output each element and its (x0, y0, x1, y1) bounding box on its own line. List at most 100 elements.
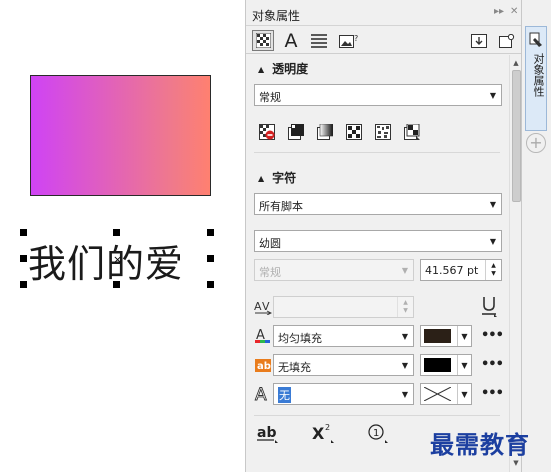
uniform-transparency-icon[interactable] (285, 121, 307, 143)
chevron-down-icon: ▼ (457, 326, 471, 346)
character-section-header[interactable]: ▲ 字符 (258, 169, 296, 186)
superscript-icon[interactable]: X2 (312, 422, 336, 447)
background-fill-select[interactable]: 无填充 ▼ (273, 354, 414, 376)
svg-text:A: A (254, 300, 262, 313)
selection-handle-top-left[interactable] (20, 229, 27, 236)
scrollbar-thumb[interactable] (512, 70, 521, 202)
fill-type-select[interactable]: 均匀填充 ▼ (273, 325, 414, 347)
chevron-down-icon: ▼ (457, 384, 471, 404)
collapse-triangle-icon: ▲ (258, 65, 265, 74)
svg-text:X: X (312, 424, 325, 443)
fill-color-picker[interactable]: ▼ (420, 325, 472, 347)
font-size-value: 41.567 pt (425, 264, 479, 277)
panel-toolbar: A ? (246, 27, 522, 54)
collapse-triangle-icon: ▲ (258, 174, 265, 183)
spinner-arrows-icon: ▲ ▼ (397, 297, 413, 317)
chevron-down-icon: ▼ (401, 360, 409, 370)
chevron-down-icon: ▼ (489, 236, 497, 246)
transparency-mode-value: 常规 (259, 91, 281, 104)
no-color-swatch (423, 386, 452, 402)
circled-number-icon[interactable]: 1 (367, 422, 391, 447)
outline-color-picker[interactable]: ▼ (420, 383, 472, 405)
font-style-select[interactable]: 常规 ▼ (254, 259, 414, 281)
drawing-canvas[interactable]: 我们的爱 × (0, 0, 245, 472)
import-properties-icon[interactable] (468, 30, 490, 51)
fill-more-options-icon[interactable]: ••• (481, 328, 504, 343)
chevron-down-icon: ▼ (457, 355, 471, 375)
chevron-down-icon: ▼ (489, 90, 497, 100)
selection-handle-middle-right[interactable] (207, 255, 214, 262)
object-properties-panel: 对象属性 ▸▸ ✕ A ? ▲ 透明度 常规 ▼ ▲ 字符 所有脚本 ▼ 幼圆 … (245, 0, 522, 472)
svg-text:?: ? (354, 34, 358, 43)
docker-tab-strip: 对象属性 + (521, 0, 551, 472)
close-panel-icon[interactable]: ✕ (510, 6, 518, 17)
text-fill-icon: A (252, 325, 274, 347)
background-fill-icon: ab (252, 354, 274, 376)
position-options-icon[interactable]: ab (257, 422, 279, 447)
underline-icon[interactable] (480, 295, 500, 317)
selection-handle-bottom-center[interactable] (113, 281, 120, 288)
selection-handle-bottom-left[interactable] (20, 281, 27, 288)
svg-text:V: V (262, 300, 270, 313)
frame-tab-icon[interactable]: ? (338, 30, 360, 51)
outline-more-options-icon[interactable]: ••• (481, 386, 504, 401)
background-more-options-icon[interactable]: ••• (481, 357, 504, 372)
outline-width-value: 无 (278, 387, 291, 403)
vector-pattern-icon[interactable] (343, 121, 365, 143)
transparency-type-buttons (256, 121, 423, 143)
paragraph-tab-icon[interactable] (308, 30, 330, 51)
section-divider (254, 415, 500, 416)
kerning-icon: AV (252, 296, 274, 318)
chevron-down-icon: ▼ (401, 389, 409, 399)
panel-content: ▲ 透明度 常规 ▼ ▲ 字符 所有脚本 ▼ 幼圆 ▼ 常规 ▼ 41.567 … (246, 55, 508, 472)
transparency-heading: 透明度 (272, 62, 309, 76)
selected-artistic-text[interactable]: 我们的爱 (28, 233, 184, 288)
bitmap-pattern-icon[interactable] (372, 121, 394, 143)
text-outline-icon: A (252, 383, 274, 405)
selection-handle-top-right[interactable] (207, 229, 214, 236)
svg-text:ab: ab (257, 361, 271, 372)
svg-text:2: 2 (325, 423, 330, 432)
section-divider (254, 152, 500, 153)
watermark-logo: 最需教育 (430, 430, 530, 459)
background-color-swatch (424, 358, 451, 372)
kerning-spinbox[interactable]: ▲ ▼ (273, 296, 414, 318)
selection-handle-middle-left[interactable] (20, 255, 27, 262)
background-color-picker[interactable]: ▼ (420, 354, 472, 376)
font-value: 幼圆 (259, 237, 281, 250)
fill-tab-icon[interactable] (252, 30, 274, 51)
outline-width-select[interactable]: 无 ▼ (273, 383, 414, 405)
new-window-icon[interactable] (496, 30, 518, 51)
fountain-transparency-icon[interactable] (314, 121, 336, 143)
script-select[interactable]: 所有脚本 ▼ (254, 193, 502, 215)
selection-handle-top-center[interactable] (113, 229, 120, 236)
panel-title: 对象属性 (252, 9, 301, 23)
add-docker-icon[interactable]: + (526, 133, 546, 153)
object-properties-side-tab[interactable]: 对象属性 (525, 26, 547, 131)
svg-text:1: 1 (373, 428, 379, 439)
collapse-panel-icon[interactable]: ▸▸ (494, 6, 504, 17)
font-style-value: 常规 (259, 266, 281, 279)
fill-color-swatch (424, 329, 451, 343)
transparency-section-header[interactable]: ▲ 透明度 (258, 60, 308, 77)
selection-center-marker: × (113, 253, 123, 266)
two-color-pattern-icon[interactable] (401, 121, 423, 143)
transparency-mode-select[interactable]: 常规 ▼ (254, 84, 502, 106)
font-list-select[interactable]: 幼圆 ▼ (254, 230, 502, 252)
background-fill-value: 无填充 (278, 361, 311, 374)
svg-text:ab: ab (257, 425, 276, 441)
character-tab-icon[interactable]: A (280, 30, 302, 52)
font-size-spinbox[interactable]: 41.567 pt ▲ ▼ (420, 259, 502, 281)
fill-type-value: 均匀填充 (278, 332, 322, 345)
chevron-down-icon: ▼ (401, 265, 409, 275)
svg-text:A: A (255, 385, 267, 403)
no-transparency-icon[interactable] (256, 121, 278, 143)
selection-handle-bottom-right[interactable] (207, 281, 214, 288)
panel-titlebar: 对象属性 ▸▸ ✕ (246, 0, 522, 26)
spinner-arrows-icon[interactable]: ▲ ▼ (485, 260, 501, 280)
script-value: 所有脚本 (259, 200, 303, 213)
gradient-rectangle[interactable] (30, 75, 211, 196)
chevron-down-icon: ▼ (489, 199, 497, 209)
chevron-down-icon: ▼ (401, 331, 409, 341)
side-tab-label: 对象属性 (532, 53, 545, 97)
